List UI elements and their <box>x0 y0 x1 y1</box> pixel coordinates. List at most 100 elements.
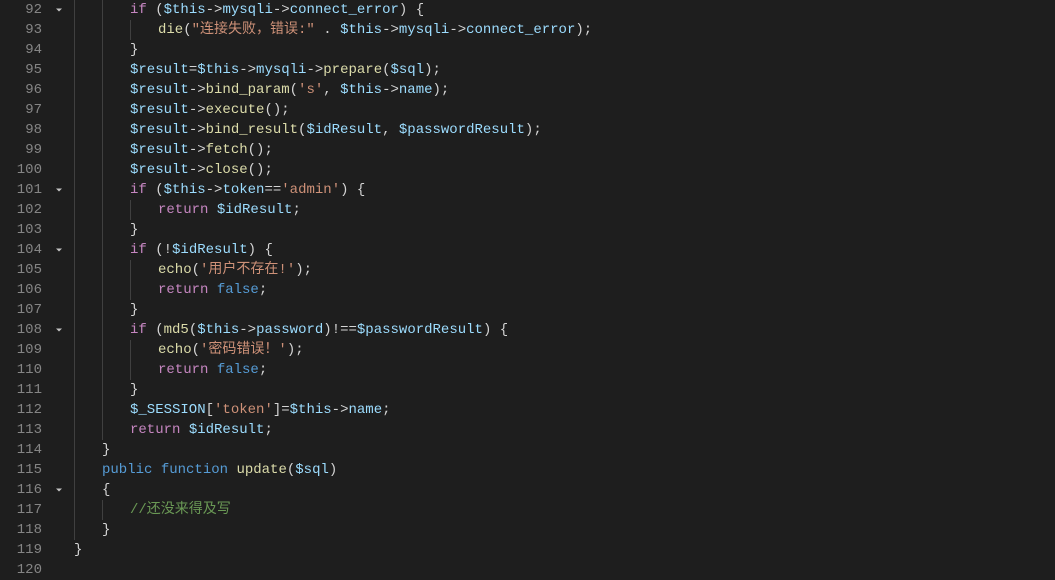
token-func: execute <box>206 102 265 118</box>
line-content: echo('密码错误！'); <box>74 342 304 358</box>
indent-guide <box>102 340 103 360</box>
token-keyword: function <box>161 462 237 478</box>
token-op: )!== <box>323 322 357 338</box>
code-line[interactable]: public function update($sql) <box>74 460 1055 480</box>
token-const: false <box>217 362 259 378</box>
code-line[interactable]: $result->bind_result($idResult, $passwor… <box>74 120 1055 140</box>
token-punc: ( <box>189 322 197 338</box>
code-line[interactable]: } <box>74 220 1055 240</box>
line-number: 107 <box>0 300 42 320</box>
indent-guide <box>74 100 75 120</box>
token-punc: , <box>323 82 340 98</box>
token-punc: ) <box>329 462 337 478</box>
code-area[interactable]: if ($this->mysqli->connect_error) { die("… <box>68 0 1055 572</box>
token-punc: ( <box>155 182 163 198</box>
fold-spacer <box>50 420 68 440</box>
token-var: token <box>222 182 264 198</box>
code-line[interactable]: return $idResult; <box>74 420 1055 440</box>
line-content: } <box>74 42 138 58</box>
indent-guide <box>130 280 131 300</box>
token-keyword: public <box>102 462 161 478</box>
code-line[interactable]: echo('密码错误！'); <box>74 340 1055 360</box>
token-op: ]= <box>273 402 290 418</box>
indent-guide <box>74 120 75 140</box>
token-op: . <box>315 22 340 38</box>
token-control: if <box>130 242 155 258</box>
token-string: "连接失败，错误:" <box>192 22 315 38</box>
code-line[interactable]: $result=$this->mysqli->prepare($sql); <box>74 60 1055 80</box>
code-line[interactable]: } <box>74 380 1055 400</box>
indent-guide <box>130 340 131 360</box>
code-line[interactable]: if ($this->token=='admin') { <box>74 180 1055 200</box>
token-punc: } <box>74 542 82 558</box>
code-line[interactable]: } <box>74 440 1055 460</box>
token-punc: ); <box>424 62 441 78</box>
line-content: } <box>74 302 138 318</box>
line-number: 113 <box>0 420 42 440</box>
line-number: 112 <box>0 400 42 420</box>
code-line[interactable]: $_SESSION['token']=$this->name; <box>74 400 1055 420</box>
code-line[interactable]: if (!$idResult) { <box>74 240 1055 260</box>
code-line[interactable]: $result->bind_param('s', $this->name); <box>74 80 1055 100</box>
token-op: -> <box>273 2 290 18</box>
code-line[interactable]: //还没来得及写 <box>74 500 1055 520</box>
line-content: $result->execute(); <box>74 102 290 118</box>
token-var: $idResult <box>172 242 248 258</box>
code-line[interactable]: return $idResult; <box>74 200 1055 220</box>
code-line[interactable]: echo('用户不存在!'); <box>74 260 1055 280</box>
token-op: -> <box>382 82 399 98</box>
indent-guide <box>74 0 75 20</box>
line-content: } <box>74 542 82 558</box>
code-line[interactable]: } <box>74 540 1055 560</box>
code-line[interactable]: return false; <box>74 360 1055 380</box>
chevron-down-icon[interactable] <box>50 180 68 200</box>
code-line[interactable]: { <box>74 480 1055 500</box>
code-line[interactable]: $result->fetch(); <box>74 140 1055 160</box>
token-control: if <box>130 322 155 338</box>
line-content: } <box>74 442 110 458</box>
token-punc: ) { <box>399 2 424 18</box>
indent-guide <box>74 200 75 220</box>
chevron-down-icon[interactable] <box>50 480 68 500</box>
indent-guide <box>74 80 75 100</box>
chevron-down-icon[interactable] <box>50 0 68 20</box>
chevron-down-icon[interactable] <box>50 320 68 340</box>
code-line[interactable] <box>74 560 1055 580</box>
token-punc: (); <box>248 162 273 178</box>
code-line[interactable]: } <box>74 520 1055 540</box>
token-func: prepare <box>323 62 382 78</box>
token-punc: ) { <box>340 182 365 198</box>
token-punc: ( <box>155 2 163 18</box>
token-punc: ; <box>382 402 390 418</box>
code-line[interactable]: die("连接失败，错误:" . $this->mysqli->connect_… <box>74 20 1055 40</box>
token-var: $passwordResult <box>357 322 483 338</box>
token-string: '用户不存在!' <box>200 262 295 278</box>
code-line[interactable]: if (md5($this->password)!==$passwordResu… <box>74 320 1055 340</box>
token-func: fetch <box>206 142 248 158</box>
fold-spacer <box>50 20 68 40</box>
token-var: name <box>348 402 382 418</box>
line-number: 105 <box>0 260 42 280</box>
code-line[interactable]: } <box>74 40 1055 60</box>
token-op: -> <box>306 62 323 78</box>
token-func: update <box>236 462 286 478</box>
indent-guide <box>74 360 75 380</box>
token-var: $idResult <box>306 122 382 138</box>
code-line[interactable]: $result->close(); <box>74 160 1055 180</box>
token-op: -> <box>332 402 349 418</box>
code-line[interactable]: $result->execute(); <box>74 100 1055 120</box>
indent-guide <box>74 20 75 40</box>
code-line[interactable]: if ($this->mysqli->connect_error) { <box>74 0 1055 20</box>
line-content: { <box>74 482 110 498</box>
code-line[interactable]: } <box>74 300 1055 320</box>
line-content: $result=$this->mysqli->prepare($sql); <box>74 62 441 78</box>
token-var: $idResult <box>189 422 265 438</box>
token-control: return <box>158 202 217 218</box>
chevron-down-icon[interactable] <box>50 240 68 260</box>
token-var: mysqli <box>256 62 306 78</box>
line-content: $result->fetch(); <box>74 142 273 158</box>
token-var: mysqli <box>222 2 272 18</box>
code-line[interactable]: return false; <box>74 280 1055 300</box>
token-punc: } <box>102 442 110 458</box>
line-content: die("连接失败，错误:" . $this->mysqli->connect_… <box>74 22 592 38</box>
